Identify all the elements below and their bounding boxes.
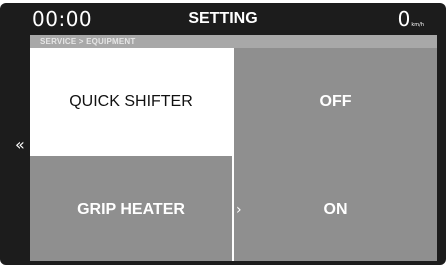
menu-item-label: GRIP HEATER — [77, 200, 185, 218]
select-arrow-icon: › — [236, 202, 242, 218]
column-divider — [232, 48, 234, 261]
value-grip-heater[interactable]: ON — [234, 158, 437, 261]
menu-item-value: ON — [323, 200, 348, 218]
page-title: SETTING — [188, 10, 258, 27]
breadcrumb: SERVICE > EQUIPMENT — [30, 35, 437, 48]
back-arrow-icon[interactable]: « — [15, 137, 25, 153]
screen: 00:00 SETTING 0km/h SERVICE > EQUIPMENT … — [0, 0, 446, 268]
dashboard-display: 00:00 SETTING 0km/h SERVICE > EQUIPMENT … — [0, 3, 446, 265]
menu-item-label: QUICK SHIFTER — [69, 93, 193, 110]
speed-readout: 0km/h — [398, 7, 424, 31]
value-quick-shifter[interactable]: OFF — [234, 48, 437, 156]
menu-item-grip-heater[interactable]: GRIP HEATER — [30, 158, 232, 261]
menu-item-quick-shifter[interactable]: QUICK SHIFTER — [30, 48, 232, 156]
header-bar: 00:00 SETTING 0km/h — [0, 3, 446, 35]
speed-value: 0 — [397, 7, 411, 31]
menu-item-value: OFF — [319, 93, 352, 110]
speed-unit: km/h — [411, 22, 424, 28]
